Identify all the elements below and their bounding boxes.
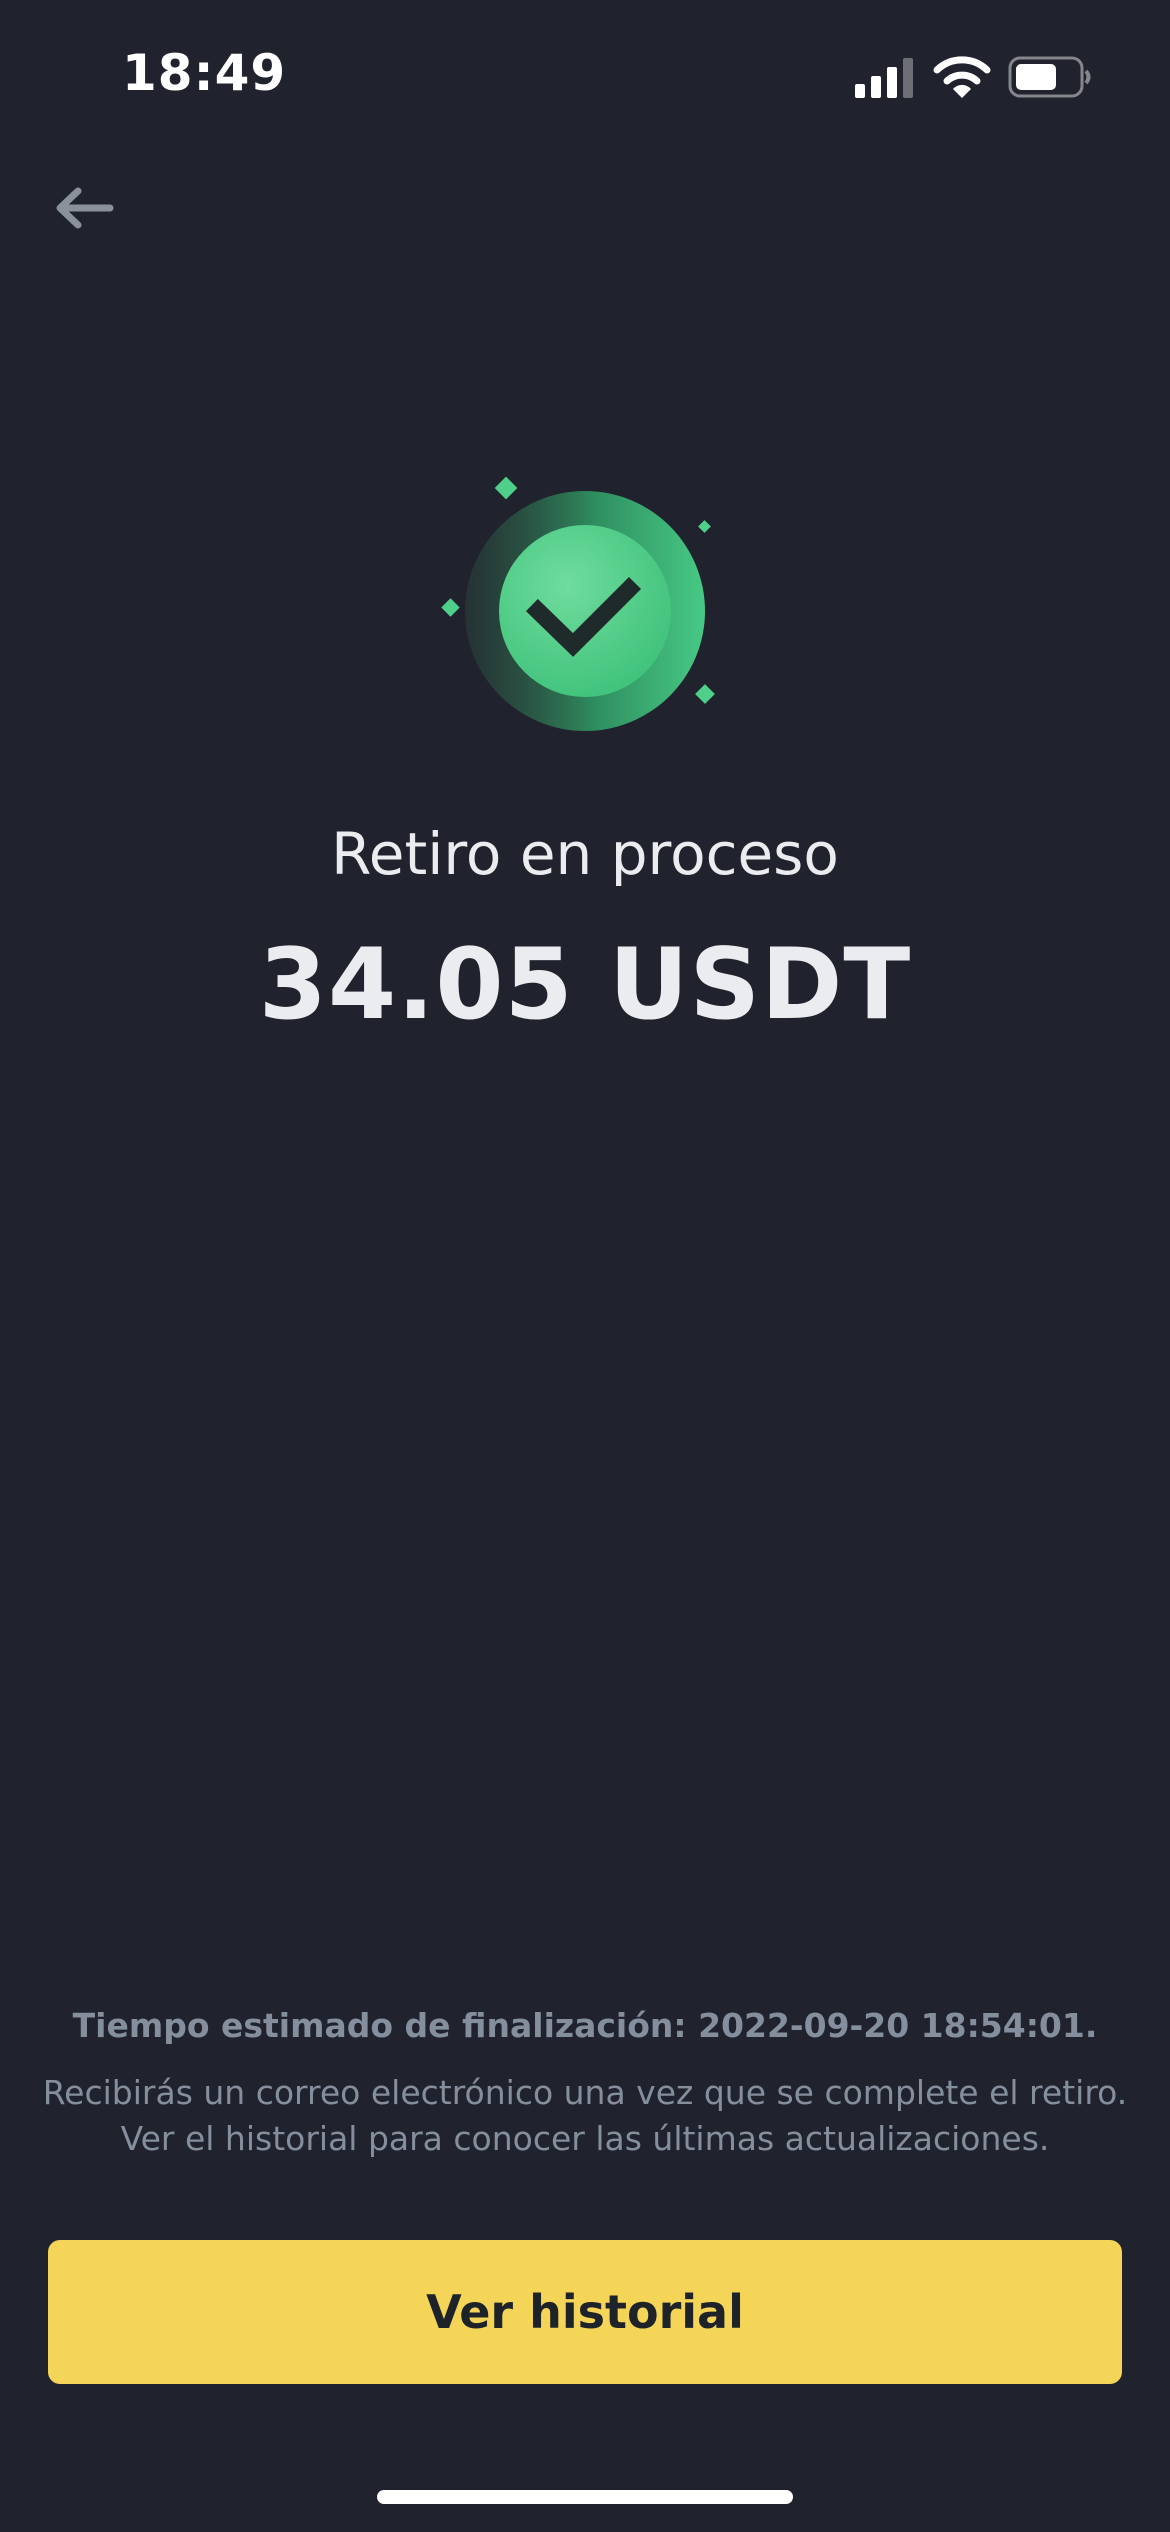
status-title: Retiro en proceso <box>331 820 839 888</box>
email-notice-line-2: Ver el historial para conocer las última… <box>120 2119 1050 2158</box>
status-time: 18:49 <box>122 44 287 102</box>
estimated-completion-time: Tiempo estimado de finalización: 2022-09… <box>72 2006 1098 2045</box>
back-button[interactable] <box>48 172 120 244</box>
email-notice-line-1: Recibirás un correo electrónico una vez … <box>42 2073 1128 2112</box>
arrow-left-icon <box>56 187 114 229</box>
email-notice: Recibirás un correo electrónico una vez … <box>40 2070 1130 2162</box>
success-illustration <box>430 465 740 745</box>
check-circle-icon <box>441 476 715 731</box>
wifi-icon <box>933 56 991 98</box>
cellular-signal-icon <box>855 58 913 98</box>
view-history-button[interactable]: Ver historial <box>48 2240 1122 2384</box>
status-bar: 18:49 <box>0 0 1170 150</box>
battery-icon <box>1008 56 1091 98</box>
withdrawal-amount: 34.05 USDT <box>258 928 912 1042</box>
home-indicator <box>377 2490 793 2504</box>
